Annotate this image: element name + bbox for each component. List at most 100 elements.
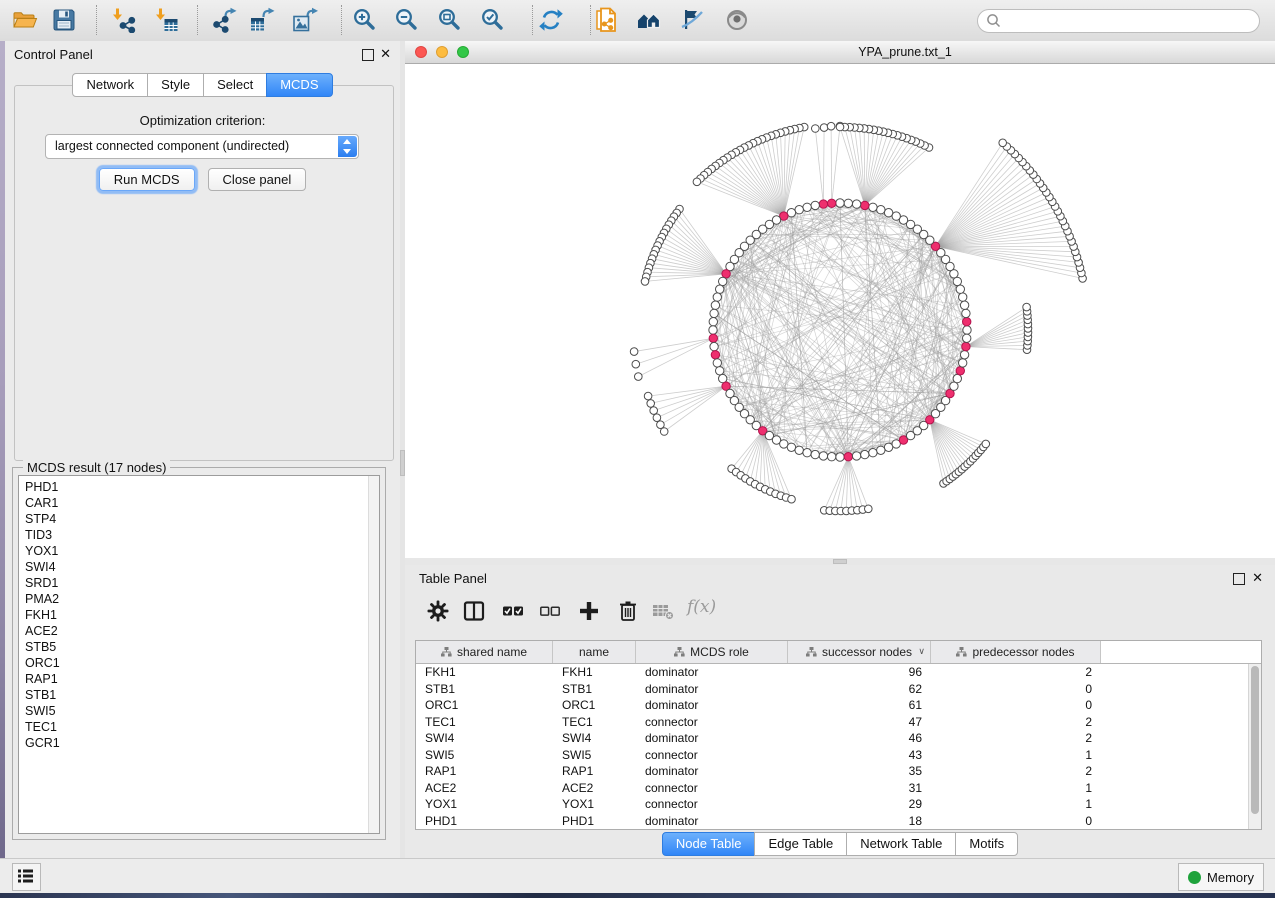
leaf-node[interactable] (644, 392, 652, 400)
leaf-node[interactable] (827, 122, 835, 130)
mcds-node[interactable] (861, 201, 869, 209)
network-node[interactable] (709, 326, 717, 334)
leaf-node[interactable] (865, 505, 873, 513)
leaf-node[interactable] (788, 495, 796, 503)
network-node[interactable] (713, 359, 721, 367)
network-node[interactable] (811, 201, 819, 209)
leaf-node[interactable] (630, 348, 638, 356)
mcds-node[interactable] (711, 351, 719, 359)
network-node[interactable] (960, 351, 968, 359)
table-row[interactable]: SWI4SWI4dominator462 (416, 730, 1249, 747)
export-image-icon[interactable] (292, 7, 318, 33)
mcds-list-scrollbar[interactable] (368, 476, 379, 833)
mcds-node[interactable] (819, 200, 827, 208)
tab-network-table[interactable]: Network Table (846, 832, 956, 856)
network-node[interactable] (963, 334, 971, 342)
table-row[interactable]: PHD1PHD1dominator180 (416, 813, 1249, 830)
network-node[interactable] (819, 452, 827, 460)
mcds-result-item[interactable]: STB5 (19, 639, 379, 655)
zoom-out-icon[interactable] (394, 7, 420, 33)
mcds-node[interactable] (963, 318, 971, 326)
select-all-icon[interactable] (501, 599, 525, 623)
network-canvas[interactable] (405, 64, 1275, 558)
import-table-icon[interactable] (153, 7, 179, 33)
close-panel-button[interactable]: Close panel (208, 168, 307, 191)
tab-select[interactable]: Select (203, 73, 267, 97)
network-node[interactable] (713, 293, 721, 301)
float-window-icon[interactable] (362, 49, 374, 61)
column-header-predecessor-nodes[interactable]: predecessor nodes (931, 641, 1101, 663)
tab-motifs[interactable]: Motifs (955, 832, 1018, 856)
mcds-node[interactable] (709, 334, 717, 342)
network-node[interactable] (963, 326, 971, 334)
table-row[interactable]: RAP1RAP1dominator352 (416, 763, 1249, 780)
mcds-node[interactable] (962, 342, 970, 350)
network-node[interactable] (711, 301, 719, 309)
table-row[interactable]: ACE2ACE2connector311 (416, 780, 1249, 797)
network-frame-titlebar[interactable]: YPA_prune.txt_1 (405, 41, 1275, 64)
network-node[interactable] (962, 309, 970, 317)
table-row[interactable]: STB1STB1dominator620 (416, 681, 1249, 698)
tab-mcds[interactable]: MCDS (266, 73, 332, 97)
mcds-result-item[interactable]: TEC1 (19, 719, 379, 735)
network-node[interactable] (836, 199, 844, 207)
mcds-result-item[interactable]: PHD1 (19, 479, 379, 495)
network-node[interactable] (877, 206, 885, 214)
leaf-node[interactable] (647, 400, 655, 408)
mcds-node[interactable] (828, 199, 836, 207)
network-node[interactable] (960, 301, 968, 309)
leaf-node[interactable] (693, 178, 701, 186)
memory-button[interactable]: Memory (1178, 863, 1264, 891)
splitter-grip[interactable] (833, 559, 847, 564)
mcds-result-list[interactable]: PHD1CAR1STP4TID3YOX1SWI4SRD1PMA2FKH1ACE2… (18, 475, 380, 834)
network-node[interactable] (716, 367, 724, 375)
scrollbar-thumb[interactable] (1251, 666, 1259, 814)
table-row[interactable]: ORC1ORC1dominator610 (416, 697, 1249, 714)
network-node[interactable] (795, 206, 803, 214)
leaf-node[interactable] (653, 414, 661, 422)
network-node[interactable] (884, 209, 892, 217)
table-scrollbar[interactable] (1248, 664, 1261, 829)
leaf-node[interactable] (641, 278, 649, 286)
leaf-node[interactable] (982, 440, 990, 448)
sort-indicator-icon[interactable]: ∨ (918, 646, 925, 657)
refresh-layout-icon[interactable] (538, 7, 564, 33)
leaf-node[interactable] (1023, 303, 1031, 311)
leaf-node[interactable] (836, 123, 844, 131)
zoom-fit-icon[interactable] (437, 7, 463, 33)
export-network-icon[interactable] (212, 7, 238, 33)
mcds-result-item[interactable]: SRD1 (19, 575, 379, 591)
network-node[interactable] (869, 449, 877, 457)
close-panel-icon[interactable]: ✕ (1252, 570, 1263, 586)
network-node[interactable] (959, 293, 967, 301)
tab-node-table[interactable]: Node Table (662, 832, 756, 856)
mcds-result-item[interactable]: CAR1 (19, 495, 379, 511)
export-table-icon[interactable] (249, 7, 275, 33)
column-header-name[interactable]: name (553, 641, 636, 663)
table-row[interactable]: YOX1YOX1connector291 (416, 796, 1249, 813)
mcds-result-item[interactable]: FKH1 (19, 607, 379, 623)
network-graph[interactable] (405, 64, 1275, 558)
leaf-node[interactable] (660, 428, 668, 436)
import-network-icon[interactable] (110, 7, 136, 33)
optimization-criterion-select[interactable]: largest connected component (undirected) (45, 134, 359, 159)
gear-icon[interactable] (426, 599, 450, 623)
network-node[interactable] (803, 203, 811, 211)
mcds-node[interactable] (844, 453, 852, 461)
save-session-icon[interactable] (51, 7, 77, 33)
network-node[interactable] (844, 199, 852, 207)
table-row[interactable]: SWI5SWI5connector431 (416, 747, 1249, 764)
leaf-node[interactable] (820, 124, 828, 132)
network-node[interactable] (852, 200, 860, 208)
unselect-all-icon[interactable] (538, 599, 562, 623)
network-node[interactable] (852, 452, 860, 460)
network-node[interactable] (828, 453, 836, 461)
network-node[interactable] (719, 277, 727, 285)
mcds-result-item[interactable]: GCR1 (19, 735, 379, 751)
network-node[interactable] (877, 446, 885, 454)
tab-edge-table[interactable]: Edge Table (754, 832, 847, 856)
leaf-node[interactable] (650, 407, 658, 415)
mcds-result-item[interactable]: SWI4 (19, 559, 379, 575)
task-history-button[interactable] (12, 863, 41, 891)
run-mcds-button[interactable]: Run MCDS (99, 168, 195, 191)
